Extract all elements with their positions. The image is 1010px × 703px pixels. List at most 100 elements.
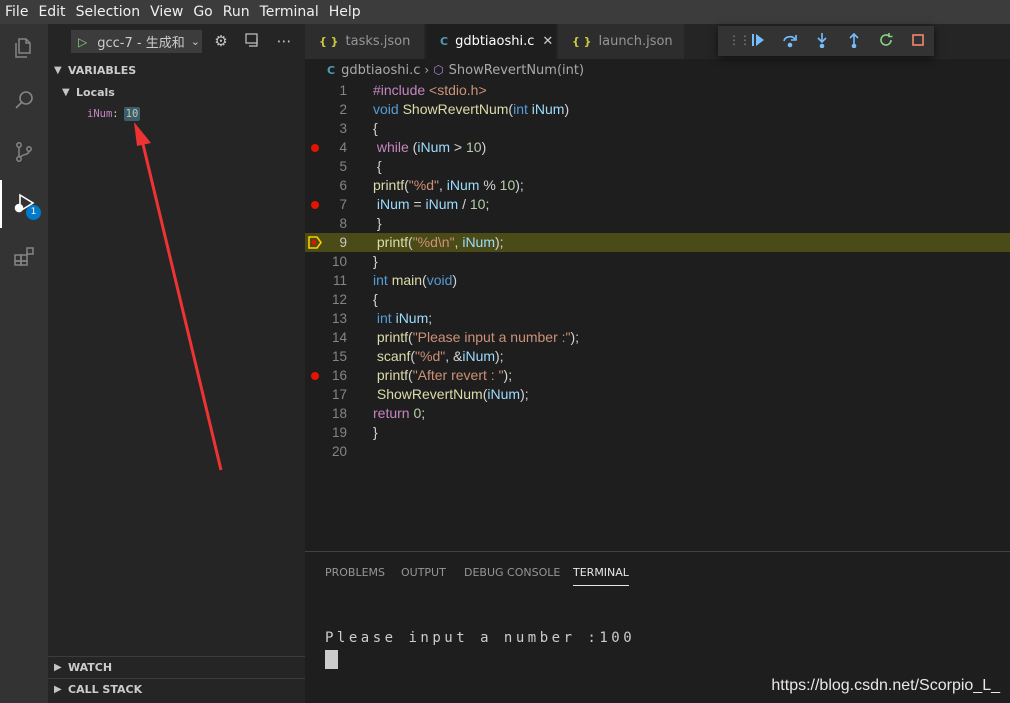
code-line: 18 return 0; [305,404,1010,423]
code-line: 17 ShowRevertNum(iNum); [305,385,1010,404]
code-line: 15 scanf("%d", &iNum); [305,347,1010,366]
current-execution-line: 9 printf("%d\n", iNum); [305,233,1010,252]
chevron-down-icon: ⌄ [190,35,200,48]
locals-title: Locals [76,85,115,99]
start-debug-icon[interactable]: ▷ [78,35,87,49]
code-line: 14 printf("Please input a number :"); [305,328,1010,347]
tab-terminal[interactable]: TERMINAL [573,566,629,586]
line-number: 13 [331,311,347,326]
line-number: 16 [331,368,347,383]
drag-handle-icon[interactable]: ⋮⋮ [728,33,751,47]
chevron-right-icon: ▶ [54,662,62,673]
menu-selection[interactable]: Selection [71,0,145,24]
breadcrumb-symbol[interactable]: ShowRevertNum(int) [449,63,584,78]
line-number: 9 [339,235,347,250]
code-line: 2 void ShowRevertNum(int iNum) [305,100,1010,119]
code-line: 5 { [305,157,1010,176]
line-number: 11 [332,273,347,288]
search-icon[interactable] [0,76,48,124]
menu-edit[interactable]: Edit [33,0,69,24]
source-control-icon[interactable] [0,128,48,176]
step-out-icon[interactable] [845,32,863,50]
line-number: 20 [331,444,347,459]
menu-bar: File Edit Selection View Go Run Terminal… [0,0,1010,24]
variables-section-header[interactable]: ▼ VARIABLES [48,59,305,81]
tab-debug-console[interactable]: DEBUG CONSOLE [464,566,560,579]
debug-floating-toolbar: ⋮⋮ [718,26,934,56]
c-file-icon: C [327,63,336,77]
continue-icon[interactable] [749,32,767,50]
explorer-icon[interactable] [0,24,48,72]
run-debug-icon[interactable]: 1 [0,180,48,228]
line-number: 7 [339,197,347,212]
code-line: 7 iNum = iNum / 10; [305,195,1010,214]
tab-label: gdbtiaoshi.c [455,34,535,49]
line-number: 1 [339,83,347,98]
line-number: 19 [331,425,347,440]
tab-tasks-json[interactable]: { } tasks.json [305,24,424,59]
line-number: 3 [339,121,347,136]
more-actions-icon[interactable]: ⋯ [275,32,293,50]
callstack-title: CALL STACK [68,683,143,696]
activity-bar: 1 [0,24,48,703]
code-line: 13 int iNum; [305,309,1010,328]
launch-config-name: gcc-7 - 生成和 [97,36,185,51]
code-line: 11 int main(void) [305,271,1010,290]
tab-output[interactable]: OUTPUT [401,566,446,579]
line-number: 8 [339,216,347,231]
debug-badge: 1 [26,205,41,220]
variables-title: VARIABLES [68,63,137,77]
line-number: 4 [339,140,347,155]
tab-launch-json[interactable]: { } launch.json [558,24,684,59]
code-line: 16 printf("After revert : "); [305,366,1010,385]
launch-config-select[interactable]: ▷ gcc-7 - 生成和 ⌄ [71,30,202,53]
code-line: 12{ [305,290,1010,309]
extensions-icon[interactable] [0,232,48,280]
menu-file[interactable]: File [0,0,32,24]
code-editor[interactable]: 1 #include <stdio.h> 2 void ShowRevertNum(… [305,81,1010,551]
tab-problems[interactable]: PROBLEMS [325,566,385,579]
variable-row[interactable]: iNum: 10 [87,105,141,123]
menu-view[interactable]: View [145,0,187,24]
locals-scope[interactable]: ▼ Locals [62,81,115,103]
menu-go[interactable]: Go [188,0,216,24]
line-number: 10 [331,254,347,269]
line-number: 15 [331,349,347,364]
step-over-icon[interactable] [781,32,799,50]
code-line: 20 [305,442,1010,461]
chevron-down-icon: ▼ [62,86,70,98]
function-symbol-icon: ⬡ [433,63,444,77]
code-line: 10} [305,252,1010,271]
watermark: https://blog.csdn.net/Scorpio_L_ [771,677,1000,694]
tab-label: launch.json [598,34,673,49]
stop-icon[interactable] [909,32,927,50]
tab-gdbtiaoshi-c[interactable]: C gdbtiaoshi.c ✕ [426,24,556,59]
callstack-section-header[interactable]: ▶ CALL STACK [48,678,305,700]
menu-terminal[interactable]: Terminal [255,0,323,24]
code-line: 1 #include <stdio.h> [305,81,1010,100]
debug-sidebar: ▷ gcc-7 - 生成和 ⌄ ⚙ ⋯ ▼ VARIABLES ▼ Locals… [48,24,305,703]
gear-icon[interactable]: ⚙ [212,32,230,50]
menu-help[interactable]: Help [324,0,365,24]
watch-title: WATCH [68,661,113,674]
watch-section-header[interactable]: ▶ WATCH [48,656,305,678]
code-line: 8 } [305,214,1010,233]
debug-console-icon[interactable] [243,32,261,50]
close-icon[interactable]: ✕ [542,34,553,49]
code-line: 19} [305,423,1010,442]
bottom-panel: PROBLEMS OUTPUT DEBUG CONSOLE TERMINAL P… [305,551,1010,703]
line-number: 12 [331,292,347,307]
breadcrumb-file[interactable]: gdbtiaoshi.c [341,63,420,78]
tab-label: tasks.json [345,34,411,49]
menu-run[interactable]: Run [218,0,254,24]
chevron-right-icon: ▶ [54,684,62,695]
variable-value[interactable]: 10 [123,107,141,121]
step-into-icon[interactable] [813,32,831,50]
restart-icon[interactable] [877,32,895,50]
line-number: 6 [339,178,347,193]
line-number: 5 [339,159,347,174]
code-line: 3{ [305,119,1010,138]
line-number: 17 [331,387,347,402]
code-line: 6 printf("%d", iNum % 10); [305,176,1010,195]
debug-toolbar-row: ▷ gcc-7 - 生成和 ⌄ ⚙ ⋯ [48,24,305,59]
